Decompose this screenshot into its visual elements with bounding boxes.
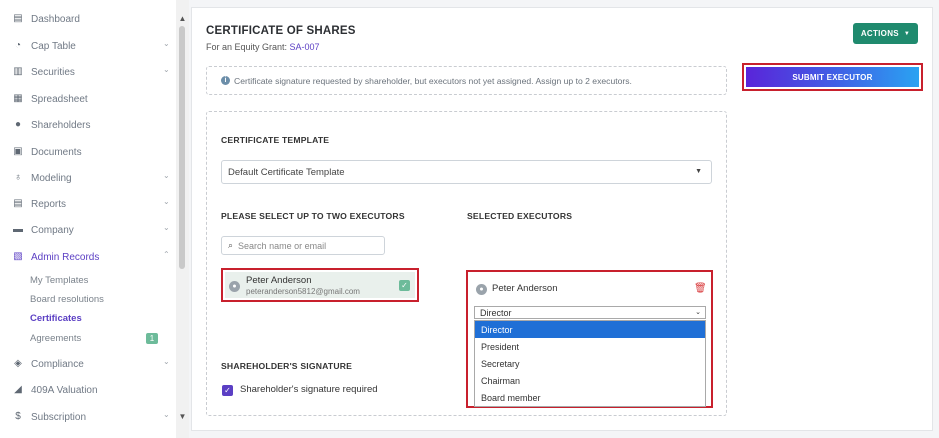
executor-search-input[interactable]: ⌕ Search name or email [221, 236, 385, 255]
sidebar-scrollbar[interactable]: ▲ ▼ [176, 0, 189, 438]
dashboard-icon: ▤ [13, 13, 23, 24]
scroll-down-icon[interactable]: ▼ [178, 412, 187, 421]
executor-role-select[interactable]: Director ⌄ [474, 306, 706, 319]
signature-required-checkbox[interactable]: ✓ [222, 385, 233, 396]
role-option-board-member[interactable]: Board member [475, 389, 705, 406]
certificate-panel: CERTIFICATE OF SHARES For an Equity Gran… [191, 7, 933, 431]
compliance-icon: ◈ [14, 358, 22, 369]
chevron-down-icon: ⌄ [163, 171, 170, 180]
scrollbar-thumb[interactable] [179, 26, 185, 269]
lightbulb-icon: ♁ [14, 172, 22, 183]
sidebar-item-dashboard[interactable]: ▤ Dashboard [0, 9, 176, 29]
avatar: ● [476, 284, 487, 295]
trash-icon[interactable]: 🗑 [694, 283, 707, 294]
document-icon: ▣ [13, 146, 23, 157]
chevron-down-icon: ⌄ [163, 65, 170, 74]
page-title: CERTIFICATE OF SHARES [206, 25, 356, 37]
certificate-template-label: CERTIFICATE TEMPLATE [221, 135, 330, 145]
candidate-checkbox[interactable]: ✓ [399, 280, 410, 291]
briefcase-icon: ▬ [13, 224, 23, 235]
info-banner: i Certificate signature requested by sha… [206, 66, 727, 95]
person-icon: ● [14, 119, 22, 130]
sidebar-item-modeling[interactable]: ♁ Modeling ⌄ [0, 168, 176, 188]
grant-id-link[interactable]: SA-007 [290, 42, 320, 52]
executor-form: CERTIFICATE TEMPLATE Default Certificate… [206, 111, 727, 416]
select-executors-label: PLEASE SELECT UP TO TWO EXECUTORS [221, 211, 405, 221]
chevron-down-icon: ⌄ [163, 223, 170, 232]
role-option-secretary[interactable]: Secretary [475, 355, 705, 372]
pie-chart-icon: ◔ [14, 40, 22, 51]
chevron-down-icon: ⌄ [163, 410, 170, 419]
candidate-highlight: ● Peter Anderson peteranderson5812@gmail… [221, 268, 419, 302]
executor-role-dropdown: Director President Secretary Chairman Bo… [474, 320, 706, 407]
sidebar-item-admin-records[interactable]: ▧ Admin Records ⌃ [0, 247, 176, 267]
agreements-count-badge: 1 [146, 333, 158, 344]
signature-required-label: Shareholder's signature required [240, 384, 378, 395]
sidebar-item-cap-table[interactable]: ◔ Cap Table ⌄ [0, 36, 176, 56]
chevron-down-icon: ⌄ [163, 39, 170, 48]
selected-executors-label: SELECTED EXECUTORS [467, 211, 573, 221]
sidebar-item-spreadsheet[interactable]: ▦ Spreadsheet [0, 89, 176, 109]
spreadsheet-icon: ▦ [13, 93, 23, 104]
chevron-down-icon: ⌄ [695, 309, 701, 316]
valuation-icon: ◢ [14, 384, 22, 395]
candidate-name: Peter Anderson [246, 275, 312, 286]
clipboard-icon: ▥ [13, 66, 23, 77]
search-icon: ⌕ [228, 240, 234, 250]
sidebar-subitem-agreements[interactable]: Agreements [30, 333, 81, 344]
executor-candidate-item[interactable]: ● Peter Anderson peteranderson5812@gmail… [225, 272, 415, 298]
selected-executor-name: Peter Anderson [492, 283, 558, 294]
scroll-up-icon[interactable]: ▲ [178, 14, 187, 23]
page-subtitle: For an Equity Grant: SA-007 [206, 42, 320, 52]
selected-executor-card: ● Peter Anderson 🗑 Director ⌄ Director P… [466, 270, 713, 408]
chevron-down-icon: ▼ [695, 168, 702, 175]
role-option-chairman[interactable]: Chairman [475, 372, 705, 389]
sidebar: ▤ Dashboard ◔ Cap Table ⌄ ▥ Securities ⌄… [0, 0, 189, 438]
submit-executor-button[interactable]: SUBMIT EXECUTOR [746, 67, 919, 87]
sidebar-subitem-board-resolutions[interactable]: Board resolutions [30, 294, 104, 305]
sidebar-item-shareholders[interactable]: ● Shareholders [0, 115, 176, 135]
sidebar-subitem-certificates[interactable]: Certificates [30, 313, 82, 324]
dollar-icon: $ [15, 411, 21, 422]
records-icon: ▧ [13, 251, 23, 262]
chevron-down-icon: ⌄ [163, 357, 170, 366]
sidebar-item-company[interactable]: ▬ Company ⌄ [0, 220, 176, 240]
certificate-template-select[interactable]: Default Certificate Template ▼ [221, 160, 712, 184]
role-option-director[interactable]: Director [475, 321, 705, 338]
role-option-president[interactable]: President [475, 338, 705, 355]
sidebar-item-compliance[interactable]: ◈ Compliance ⌄ [0, 354, 176, 374]
actions-button[interactable]: ACTIONS ▼ [853, 23, 918, 44]
chevron-down-icon: ⌄ [163, 197, 170, 206]
sidebar-item-409a-valuation[interactable]: ◢ 409A Valuation [0, 380, 176, 400]
candidate-email: peteranderson5812@gmail.com [246, 287, 360, 296]
submit-executor-highlight: SUBMIT EXECUTOR [742, 63, 923, 91]
chevron-up-icon: ⌃ [163, 250, 170, 259]
sidebar-subitem-my-templates[interactable]: My Templates [30, 275, 88, 286]
sidebar-item-securities[interactable]: ▥ Securities ⌄ [0, 62, 176, 82]
sidebar-item-subscription[interactable]: $ Subscription ⌄ [0, 407, 176, 427]
info-icon: i [221, 76, 230, 85]
shareholder-signature-label: SHAREHOLDER'S SIGNATURE [221, 361, 353, 371]
caret-down-icon: ▼ [903, 30, 911, 37]
sidebar-item-reports[interactable]: ▤ Reports ⌄ [0, 194, 176, 214]
report-icon: ▤ [13, 198, 23, 209]
avatar: ● [229, 281, 240, 292]
sidebar-item-documents[interactable]: ▣ Documents [0, 142, 176, 162]
